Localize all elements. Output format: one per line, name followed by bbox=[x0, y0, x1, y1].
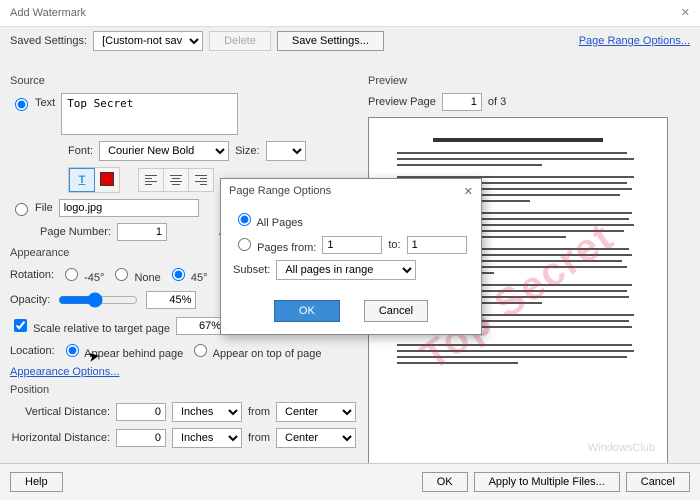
align-center-button[interactable] bbox=[164, 169, 189, 191]
pages-to-input[interactable] bbox=[407, 236, 467, 254]
horizontal-distance-label: Horizontal Distance: bbox=[10, 432, 110, 444]
preview-page-input[interactable] bbox=[442, 93, 482, 111]
rotation-neg45[interactable]: -45° bbox=[60, 265, 104, 284]
ok-button[interactable]: OK bbox=[422, 472, 468, 492]
size-label: Size: bbox=[235, 145, 259, 157]
text-radio-input[interactable] bbox=[15, 98, 28, 111]
rotation-pos45[interactable]: 45° bbox=[167, 265, 208, 284]
help-button[interactable]: Help bbox=[10, 472, 63, 492]
location-ontop[interactable]: Appear on top of page bbox=[189, 341, 321, 360]
page-number-label: Page Number: bbox=[40, 226, 111, 238]
preview-page-label: Preview Page bbox=[368, 96, 436, 108]
window-title: Add Watermark bbox=[10, 0, 86, 26]
dialog-title: Page Range Options bbox=[229, 185, 331, 198]
cursor-icon: ➤ bbox=[87, 347, 102, 366]
vertical-from-select[interactable]: Center bbox=[276, 402, 356, 422]
horizontal-from-label: from bbox=[248, 432, 270, 444]
scale-checkbox[interactable]: Scale relative to target page bbox=[10, 316, 170, 335]
vertical-distance-label: Vertical Distance: bbox=[10, 406, 110, 418]
font-label: Font: bbox=[68, 145, 93, 157]
horizontal-unit-select[interactable]: Inches bbox=[172, 428, 242, 448]
color-swatch-icon bbox=[100, 172, 114, 186]
align-toolbar bbox=[138, 168, 214, 192]
rotation-label: Rotation: bbox=[10, 269, 54, 281]
titlebar: Add Watermark ✕ bbox=[0, 0, 700, 27]
dialog-close-icon[interactable]: ✕ bbox=[464, 185, 473, 198]
apply-multiple-button[interactable]: Apply to Multiple Files... bbox=[474, 472, 620, 492]
rotation-none[interactable]: None bbox=[110, 265, 160, 284]
scale-input[interactable] bbox=[176, 317, 226, 335]
appearance-options-link[interactable]: Appearance Options... bbox=[10, 366, 119, 378]
size-select[interactable] bbox=[266, 141, 306, 161]
page-number-input[interactable] bbox=[117, 223, 167, 241]
file-radio-input[interactable] bbox=[15, 203, 28, 216]
subset-label: Subset: bbox=[233, 264, 270, 276]
align-right-button[interactable] bbox=[189, 169, 213, 191]
align-left-button[interactable] bbox=[139, 169, 164, 191]
file-radio[interactable]: File bbox=[10, 200, 53, 216]
page-range-dialog: Page Range Options ✕ All Pages Pages fro… bbox=[220, 178, 482, 335]
horizontal-distance-input[interactable] bbox=[116, 429, 166, 447]
preview-of-label: of 3 bbox=[488, 96, 506, 108]
file-path-input[interactable] bbox=[59, 199, 199, 217]
page-range-options-link[interactable]: Page Range Options... bbox=[579, 35, 690, 47]
position-heading: Position bbox=[10, 384, 356, 396]
vertical-distance-input[interactable] bbox=[116, 403, 166, 421]
preview-heading: Preview bbox=[368, 75, 690, 87]
footer: Help OK Apply to Multiple Files... Cance… bbox=[0, 463, 700, 500]
dialog-ok-button[interactable]: OK bbox=[274, 300, 340, 322]
dialog-cancel-button[interactable]: Cancel bbox=[364, 300, 428, 322]
save-settings-button[interactable]: Save Settings... bbox=[277, 31, 384, 51]
font-select[interactable]: Courier New Bold bbox=[99, 141, 229, 161]
delete-button[interactable]: Delete bbox=[209, 31, 271, 51]
close-icon[interactable]: ✕ bbox=[681, 0, 690, 26]
vertical-from-label: from bbox=[248, 406, 270, 418]
opacity-slider[interactable] bbox=[58, 292, 138, 308]
vertical-unit-select[interactable]: Inches bbox=[172, 402, 242, 422]
location-behind[interactable]: Appear behind page bbox=[61, 341, 184, 360]
text-radio[interactable]: Text bbox=[10, 95, 55, 111]
watermark-text-input[interactable]: Top Secret bbox=[61, 93, 238, 135]
underline-button[interactable]: T bbox=[69, 168, 95, 192]
color-button[interactable] bbox=[95, 168, 119, 190]
text-style-toolbar: T bbox=[68, 167, 120, 193]
cancel-button[interactable]: Cancel bbox=[626, 472, 690, 492]
pages-from-input[interactable] bbox=[322, 236, 382, 254]
pages-from-radio[interactable]: Pages from: bbox=[233, 235, 316, 254]
pages-to-label: to: bbox=[388, 239, 400, 251]
opacity-input[interactable] bbox=[146, 291, 196, 309]
saved-settings-label: Saved Settings: bbox=[10, 35, 87, 47]
location-label: Location: bbox=[10, 345, 55, 357]
saved-settings-select[interactable]: [Custom-not saved] bbox=[93, 31, 203, 51]
horizontal-from-select[interactable]: Center bbox=[276, 428, 356, 448]
all-pages-radio[interactable]: All Pages bbox=[233, 210, 303, 229]
brand-watermark: WindowsClub bbox=[588, 442, 655, 454]
subset-select[interactable]: All pages in range bbox=[276, 260, 416, 280]
opacity-label: Opacity: bbox=[10, 294, 50, 306]
source-heading: Source bbox=[10, 75, 356, 87]
